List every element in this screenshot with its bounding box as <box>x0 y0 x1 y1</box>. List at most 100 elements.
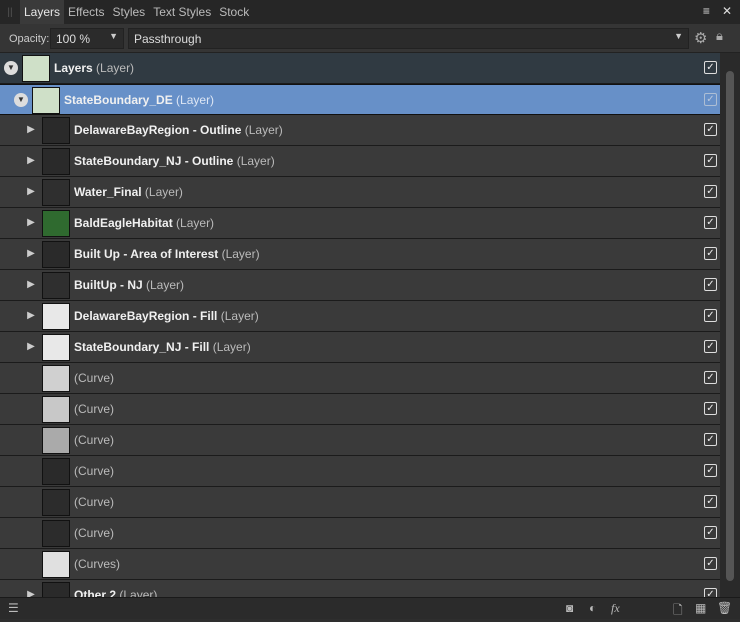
layer-thumbnail <box>42 241 70 268</box>
layer-row[interactable]: ▶ StateBoundary_NJ - Fill (Layer) ✓ <box>0 332 720 363</box>
layer-thumbnail <box>32 87 60 114</box>
layer-type: (Layer) <box>244 123 283 137</box>
layer-row[interactable]: ▶ Built Up - Area of Interest (Layer) ✓ <box>0 239 720 270</box>
layer-thumbnail <box>42 179 70 206</box>
layer-row[interactable]: (Curves) ✓ <box>0 549 720 580</box>
layer-type: (Layer) <box>221 247 260 261</box>
tab-text-styles[interactable]: Text Styles <box>149 0 215 24</box>
mask-icon[interactable]: ◙ <box>566 601 573 615</box>
layer-type: (Layer) <box>212 340 251 354</box>
layer-type: (Curve) <box>74 495 115 509</box>
collapse-icon[interactable]: ▼ <box>4 61 18 75</box>
blend-mode-select[interactable]: Passthrough ▼ <box>128 28 689 49</box>
visibility-checkbox[interactable]: ✓ <box>704 433 717 446</box>
layer-row[interactable]: (Curve) ✓ <box>0 456 720 487</box>
visibility-checkbox[interactable]: ✓ <box>704 185 717 198</box>
layer-name: Built Up - Area of Interest <box>74 247 219 261</box>
layer-row[interactable]: ▶ StateBoundary_NJ - Outline (Layer) ✓ <box>0 146 720 177</box>
visibility-checkbox[interactable]: ✓ <box>704 154 717 167</box>
layer-type: (Layer) <box>176 216 215 230</box>
chevron-down-icon: ▼ <box>674 31 683 41</box>
opacity-field[interactable]: 100 % ▼ <box>50 28 124 49</box>
layer-row[interactable]: ▶ DelawareBayRegion - Fill (Layer) ✓ <box>0 301 720 332</box>
layer-thumbnail <box>42 427 70 454</box>
visibility-checkbox[interactable]: ✓ <box>704 557 717 570</box>
expand-arrow-icon[interactable]: ▶ <box>24 123 38 137</box>
layer-name: Other 2 <box>74 588 117 597</box>
scrollbar[interactable] <box>720 53 740 597</box>
gear-icon[interactable]: ⚙ <box>694 29 707 47</box>
expand-arrow-icon[interactable]: ▶ <box>24 216 38 230</box>
expand-arrow-icon[interactable]: ▶ <box>24 309 38 323</box>
chevron-down-icon[interactable]: ▼ <box>109 31 118 41</box>
tab-styles[interactable]: Styles <box>109 0 150 24</box>
visibility-checkbox[interactable]: ✓ <box>704 123 717 136</box>
lock-icon[interactable]: 🔒︎ <box>716 28 723 44</box>
layer-row[interactable]: ▼ Layers (Layer) ✓ <box>0 53 720 84</box>
visibility-checkbox[interactable]: ✓ <box>704 61 717 74</box>
visibility-checkbox[interactable]: ✓ <box>704 216 717 229</box>
visibility-checkbox[interactable]: ✓ <box>704 495 717 508</box>
layer-thumbnail <box>42 396 70 423</box>
expand-arrow-icon[interactable]: ▶ <box>24 185 38 199</box>
layer-name: Water_Final <box>74 185 142 199</box>
tab-layers[interactable]: Layers <box>20 0 65 24</box>
visibility-checkbox[interactable]: ✓ <box>704 464 717 477</box>
layer-row[interactable]: (Curve) ✓ <box>0 518 720 549</box>
fx-icon[interactable]: fx <box>611 601 620 616</box>
layer-row[interactable]: (Curve) ✓ <box>0 394 720 425</box>
layer-name: Layers <box>54 61 93 75</box>
visibility-checkbox[interactable]: ✓ <box>704 588 717 597</box>
layer-row[interactable]: ▶ Other 2 (Layer) ✓ <box>0 580 720 597</box>
layer-row[interactable]: (Curve) ✓ <box>0 363 720 394</box>
close-icon[interactable]: ✕ <box>722 4 732 18</box>
layer-name: DelawareBayRegion - Fill <box>74 309 218 323</box>
collapse-icon[interactable]: ▼ <box>14 93 28 107</box>
layer-name: BaldEagleHabitat <box>74 216 173 230</box>
blend-mode-value: Passthrough <box>134 32 202 46</box>
new-pixel-layer-icon[interactable]: ▦ <box>695 601 706 615</box>
layer-name: StateBoundary_DE <box>64 93 173 107</box>
panel-menu-icon[interactable]: ≡ <box>703 4 710 18</box>
expand-arrow-icon[interactable]: ▶ <box>24 278 38 292</box>
visibility-checkbox[interactable]: ✓ <box>704 526 717 539</box>
visibility-checkbox[interactable]: ✓ <box>704 247 717 260</box>
layer-name: BuiltUp - NJ <box>74 278 143 292</box>
layer-type: (Layer) <box>236 154 275 168</box>
layer-thumbnail <box>42 582 70 597</box>
layer-row[interactable]: ▶ DelawareBayRegion - Outline (Layer) ✓ <box>0 115 720 146</box>
scrollbar-thumb[interactable] <box>726 71 734 581</box>
tab-effects[interactable]: Effects <box>64 0 108 24</box>
visibility-checkbox[interactable]: ✓ <box>704 340 717 353</box>
layer-type: (Layer) <box>220 309 259 323</box>
opacity-label: Opacity: <box>9 33 50 45</box>
adjustment-icon[interactable]: ◐ <box>589 601 596 615</box>
layer-thumbnail <box>42 489 70 516</box>
layer-row[interactable]: (Curve) ✓ <box>0 487 720 518</box>
expand-arrow-icon[interactable]: ▶ <box>24 340 38 354</box>
delete-icon[interactable]: 🗑︎ <box>717 601 732 615</box>
layer-type: (Curve) <box>74 526 115 540</box>
layers-list: ▼ Layers (Layer) ✓ ▼ StateBoundary_DE (Layer… <box>0 53 720 597</box>
layer-row[interactable]: ▶ Water_Final (Layer) ✓ <box>0 177 720 208</box>
layer-row[interactable]: ▶ BaldEagleHabitat (Layer) ✓ <box>0 208 720 239</box>
visibility-checkbox[interactable]: ✓ <box>704 402 717 415</box>
visibility-checkbox[interactable]: ✓ <box>704 371 717 384</box>
expand-arrow-icon[interactable]: ▶ <box>24 154 38 168</box>
layer-thumbnail <box>42 210 70 237</box>
layer-name: StateBoundary_NJ - Outline <box>74 154 234 168</box>
layer-type: (Layer) <box>119 588 158 597</box>
visibility-checkbox[interactable]: ✓ <box>704 309 717 322</box>
expand-arrow-icon[interactable]: ▶ <box>24 247 38 261</box>
layer-row[interactable]: ▶ BuiltUp - NJ (Layer) ✓ <box>0 270 720 301</box>
visibility-checkbox[interactable]: ✓ <box>704 93 717 106</box>
layer-thumbnail <box>22 55 50 82</box>
layer-type: (Layer) <box>176 93 215 107</box>
layer-row[interactable]: (Curve) ✓ <box>0 425 720 456</box>
layers-stack-icon[interactable]: ☰ <box>8 601 19 615</box>
drag-grip-icon[interactable]: || <box>0 7 20 18</box>
expand-arrow-icon[interactable]: ▶ <box>24 588 38 597</box>
tab-stock[interactable]: Stock <box>215 0 253 24</box>
layer-row[interactable]: ▼ StateBoundary_DE (Layer) ✓ <box>0 84 720 115</box>
visibility-checkbox[interactable]: ✓ <box>704 278 717 291</box>
